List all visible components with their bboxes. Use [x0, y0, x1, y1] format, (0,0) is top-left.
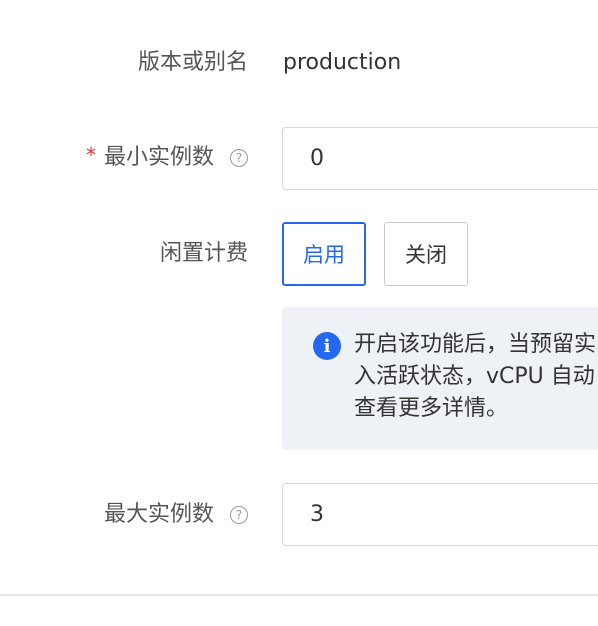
max-instances-input[interactable] [310, 502, 598, 527]
max-instances-field[interactable] [282, 483, 598, 546]
required-asterisk: * [85, 143, 96, 167]
notice-line: 入活跃状态，vCPU 自动 [354, 364, 595, 389]
min-instances-label: * 最小实例数 ? [86, 143, 248, 173]
version-alias-label: 版本或别名 [138, 48, 248, 78]
info-circle-icon: i [313, 332, 341, 360]
notice-line: 开启该功能后，当预留实 [354, 332, 597, 357]
max-instances-label-text: 最大实例数 [103, 502, 214, 527]
idle-billing-notice: i 开启该功能后，当预留实 入活跃状态，vCPU 自动 查看更多详情。 [282, 307, 598, 450]
version-alias-label-text: 版本或别名 [137, 50, 248, 75]
min-instances-field[interactable] [282, 127, 598, 190]
notice-text: 开启该功能后，当预留实 入活跃状态，vCPU 自动 查看更多详情。 [354, 329, 598, 425]
max-instances-label: 最大实例数 ? [104, 500, 248, 530]
section-divider [0, 594, 598, 596]
min-instances-label-text: 最小实例数 [103, 145, 214, 170]
question-circle-icon[interactable]: ? [230, 149, 248, 167]
idle-billing-enable-button[interactable]: 启用 [282, 222, 366, 286]
instance-config-form: 版本或别名 production * 最小实例数 ? 闲置计费 启用 关闭 i … [0, 0, 598, 626]
min-instances-input[interactable] [310, 146, 598, 171]
idle-billing-disable-button[interactable]: 关闭 [384, 222, 468, 286]
idle-billing-label-text: 闲置计费 [159, 241, 248, 266]
question-circle-icon[interactable]: ? [230, 506, 248, 524]
notice-more-details-link[interactable]: 查看更多详情。 [354, 393, 598, 425]
idle-billing-label: 闲置计费 [160, 239, 248, 269]
version-alias-value: production [283, 50, 402, 75]
